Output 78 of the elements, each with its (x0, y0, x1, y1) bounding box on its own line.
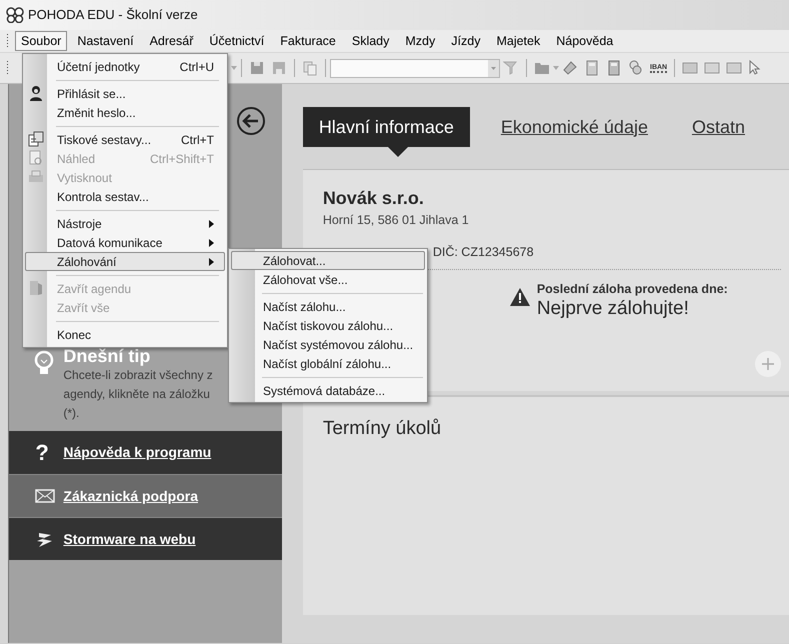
warning-icon (510, 288, 530, 306)
question-mark-icon: ? (35, 442, 56, 464)
menu-item[interactable]: Účetní jednotky Ctrl+U (25, 57, 225, 76)
menu-item[interactable]: Nástroje (25, 214, 225, 233)
menu-bar-item[interactable]: Sklady (346, 31, 396, 51)
company-name: Novák s.r.o. (322, 187, 425, 209)
calculator-icon[interactable] (584, 60, 600, 76)
menu-item[interactable]: Zálohovat vše... (231, 270, 425, 289)
envelope-icon (35, 489, 56, 503)
window-icon[interactable] (704, 60, 720, 76)
submenu-arrow-icon (209, 258, 214, 266)
submenu-arrow-icon (209, 238, 214, 246)
menu-bar-item[interactable]: Účetnictví (203, 31, 270, 51)
tip-text: (*). (63, 405, 80, 422)
save-icon[interactable] (249, 60, 265, 76)
menu-bar-item[interactable]: Mzdy (399, 31, 442, 51)
folder-icon[interactable] (534, 60, 550, 76)
tasks-title: Termíny úkolů (322, 417, 442, 441)
calculator-icon[interactable] (606, 60, 622, 76)
menu-item[interactable]: Systémová databáze... (231, 381, 425, 400)
window-icon[interactable] (682, 60, 698, 76)
window-icon[interactable] (726, 60, 742, 76)
dropdown-arrow-icon (491, 66, 496, 70)
grip-icon (6, 60, 9, 76)
tab[interactable]: Ostatn (692, 107, 745, 147)
menu-item[interactable]: Tiskové sestavy... Ctrl+T (25, 130, 225, 149)
tab-pointer-icon (388, 147, 408, 157)
menu-item[interactable]: Přihlásit se... (25, 84, 225, 103)
grip-icon (6, 33, 9, 49)
sidebar-link-row[interactable]: Zákaznická podpora (9, 474, 282, 517)
sidebar-link[interactable]: Stormware na webu (63, 528, 196, 550)
window-title: POHODA EDU - Školní verze (28, 6, 198, 24)
tag-icon[interactable] (562, 60, 578, 76)
door-icon (28, 280, 44, 296)
filter-icon[interactable] (503, 60, 519, 76)
menu-bar-item[interactable]: Adresář (144, 31, 200, 51)
backup-status: Nejprve zálohujte! (536, 298, 690, 320)
company-address: Horní 15, 586 01 Jihlava 1 (322, 212, 470, 229)
menu-bar-item[interactable]: Fakturace (274, 31, 342, 51)
menu-item[interactable]: Zálohování (25, 252, 225, 271)
back-button[interactable] (236, 106, 266, 136)
add-button[interactable] (755, 351, 781, 377)
menu-bar-item[interactable]: Soubor (15, 31, 68, 51)
tip-text: Chcete-li zobrazit všechny z (63, 367, 213, 384)
menu-bar-item[interactable]: Nastavení (71, 31, 140, 51)
menu-bar-item[interactable]: Majetek (490, 31, 546, 51)
preview-icon (28, 150, 44, 166)
menu-item[interactable]: Načíst systémovou zálohu... (231, 335, 425, 354)
menu-bar-item[interactable]: Jízdy (445, 31, 486, 51)
dropdown-arrow-icon (553, 66, 559, 70)
menu-bar-item[interactable]: Nápověda (550, 31, 620, 51)
menu-item[interactable]: Načíst zálohu... (231, 297, 425, 316)
menu-item[interactable]: Změnit heslo... (25, 103, 225, 122)
menu-item[interactable]: Konec (25, 325, 225, 344)
save-all-icon[interactable] (271, 60, 287, 76)
menu-item[interactable]: Načíst globální zálohu... (231, 354, 425, 373)
menu-item[interactable]: Načíst tiskovou zálohu... (231, 316, 425, 335)
sidebar-link[interactable]: Zákaznická podpora (63, 486, 198, 506)
printer-icon (28, 169, 44, 185)
tab[interactable]: Ekonomické údaje (500, 107, 648, 147)
menu-item[interactable]: Zálohovat... (231, 251, 425, 270)
tip-title: Dnešní tip (63, 346, 152, 366)
sidebar-link[interactable]: Nápověda k programu (63, 442, 212, 463)
documents-icon (28, 131, 44, 147)
tip-text: agendy, klikněte na záložku (63, 386, 211, 403)
person-icon (28, 85, 44, 101)
menu-item[interactable]: Kontrola sestav... (25, 187, 225, 206)
copy-icon[interactable] (302, 60, 318, 76)
sidebar-link-row[interactable]: Stormware na webu (9, 517, 282, 560)
submenu-arrow-icon (209, 220, 214, 228)
dropdown-arrow-icon (231, 66, 237, 70)
tax-id: DIČ: CZ12345678 (432, 244, 535, 261)
sidebar-link-row[interactable]: ? Nápověda k programu (9, 431, 282, 474)
app-logo-icon (6, 7, 24, 23)
backup-label: Poslední záloha provedena dne: (536, 280, 728, 298)
menu-item[interactable]: Datová komunikace (25, 233, 225, 252)
search-combobox[interactable] (330, 58, 500, 78)
coins-icon[interactable] (628, 60, 644, 76)
